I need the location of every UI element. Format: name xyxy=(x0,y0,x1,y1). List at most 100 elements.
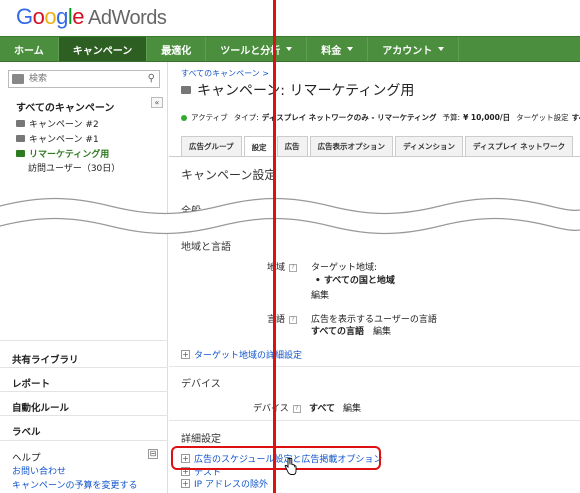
header: Google AdWords xyxy=(0,0,580,36)
campaign-label: リマーケティング用 xyxy=(29,150,110,160)
targeting-value: すべての xyxy=(571,113,580,122)
devices-label: デバイス? xyxy=(253,401,301,414)
logo-letter: g xyxy=(56,4,68,29)
target-region-value: • すべての国と地域 xyxy=(315,276,395,286)
sidebar-automation-rules[interactable]: 自動化ルール xyxy=(12,400,69,414)
campaign-search: ⚲ xyxy=(8,70,160,88)
sidebar-item-remarketing[interactable]: リマーケティング用 xyxy=(16,147,109,160)
logo-letter: e xyxy=(72,4,85,29)
hand-cursor-icon xyxy=(284,458,297,475)
breadcrumb[interactable]: すべてのキャンペーン > xyxy=(181,68,269,79)
help-collapse-toggle[interactable]: ⊟ xyxy=(148,449,158,459)
status-active-icon[interactable] xyxy=(181,114,187,121)
page-title: キャンペーン: リマーケティング用 xyxy=(181,80,414,100)
nav-item-label: ツールと分析 xyxy=(220,45,281,57)
nav-item-label: ホーム xyxy=(14,45,44,57)
budget-value: ¥ 10,000/日 xyxy=(463,113,511,122)
logo-product: AdWords xyxy=(88,7,167,29)
edit-language-link[interactable]: 編集 xyxy=(373,324,391,337)
nav-item-4[interactable]: 料金 xyxy=(307,37,369,61)
annotation-highlight-box xyxy=(171,446,381,470)
location-label: 地域? xyxy=(267,260,298,273)
campaign-label: キャンペーン #1 xyxy=(29,135,99,145)
search-icon[interactable]: ⚲ xyxy=(148,73,155,84)
ip-exclusion-link[interactable]: IP アドレスの除外 xyxy=(194,477,268,490)
sidebar-labels[interactable]: ラベル xyxy=(12,424,41,438)
tab-3[interactable]: 広告表示オプション xyxy=(309,136,394,156)
nav-item-label: 料金 xyxy=(321,45,342,57)
nav-item-3[interactable]: ツールと分析 xyxy=(206,37,308,61)
type-value: ディスプレイ ネットワークのみ - リマーケティング xyxy=(261,113,437,122)
divider xyxy=(0,340,168,341)
nav-item-1[interactable]: キャンペーン xyxy=(58,37,148,61)
folder-icon xyxy=(16,120,25,127)
campaign-status-row: アクティブ タイプ: ディスプレイ ネットワークのみ - リマーケティング 予算… xyxy=(181,112,580,123)
location-label-text: 地域 xyxy=(267,263,286,273)
nav-item-label: 最適化 xyxy=(161,45,192,57)
collapse-sidebar-button[interactable]: « xyxy=(151,97,163,108)
expand-icon: + xyxy=(181,350,190,359)
nav-item-2[interactable]: 最適化 xyxy=(147,37,207,61)
adwords-logo[interactable]: Google AdWords xyxy=(16,4,167,30)
sidebar-shared-library[interactable]: 共有ライブラリ xyxy=(12,352,79,366)
settings-heading: キャンペーン設定 xyxy=(181,168,277,182)
target-region-label: ターゲット地域: xyxy=(311,263,378,273)
folder-icon xyxy=(16,135,25,142)
help-link-contact[interactable]: お問い合わせ xyxy=(12,464,66,477)
expand-icon: + xyxy=(181,479,190,488)
divider xyxy=(0,367,168,368)
main-nav: ホーム キャンペーン 最適化 ツールと分析 料金 アカウント xyxy=(0,36,580,62)
ip-exclusion-expander[interactable]: + IP アドレスの除外 xyxy=(181,477,268,490)
tab-4[interactable]: ディメンション xyxy=(395,136,464,156)
logo-letter: G xyxy=(16,4,33,29)
chevron-down-icon xyxy=(438,47,445,51)
nav-item-5[interactable]: アカウント xyxy=(368,37,460,61)
target-detail-expander[interactable]: + ターゲット地域の詳細設定 xyxy=(181,348,302,361)
chevron-down-icon xyxy=(286,47,293,51)
annotation-red-line xyxy=(273,0,276,493)
tab-2[interactable]: 広告 xyxy=(276,136,308,156)
divider xyxy=(169,420,580,421)
sidebar-item-campaign-2[interactable]: キャンペーン #2 xyxy=(16,117,99,130)
logo-letter: o xyxy=(44,4,57,29)
divider xyxy=(0,391,168,392)
budget-label: 予算: xyxy=(442,113,461,122)
cut-wave-overlay xyxy=(0,197,580,235)
nav-item-0[interactable]: ホーム xyxy=(0,37,59,61)
help-icon[interactable]: ? xyxy=(289,263,298,272)
help-title: ヘルプ xyxy=(12,453,41,464)
nav-item-label: キャンペーン xyxy=(72,45,133,57)
help-link-budget[interactable]: キャンペーンの予算を変更する xyxy=(12,478,138,491)
devices-label-text: デバイス xyxy=(253,404,289,414)
folder-icon xyxy=(181,86,191,94)
tab-5[interactable]: ディスプレイ ネットワーク xyxy=(465,136,574,156)
language-value: すべての言語 xyxy=(311,327,365,337)
status-state[interactable]: アクティブ xyxy=(191,112,228,123)
type-label: タイプ: xyxy=(233,113,259,122)
help-icon[interactable]: ? xyxy=(292,404,301,413)
divider xyxy=(0,415,168,416)
target-region-value-text: すべての国と地域 xyxy=(323,276,395,286)
sidebar-reports[interactable]: レポート xyxy=(12,376,50,390)
folder-icon xyxy=(16,150,25,157)
divider xyxy=(169,366,580,367)
advanced-heading: 詳細設定 xyxy=(181,434,221,445)
campaign-label: キャンペーン #2 xyxy=(29,120,99,130)
sidebar-item-audience[interactable]: 訪問ユーザー（30日） xyxy=(28,161,120,174)
tab-0[interactable]: 広告グループ xyxy=(181,136,242,156)
search-input[interactable] xyxy=(29,72,139,86)
tab-1[interactable]: 設定 xyxy=(243,136,275,157)
chevron-down-icon xyxy=(347,47,354,51)
main-content: すべてのキャンペーン > キャンペーン: リマーケティング用 アクティブ タイプ… xyxy=(169,62,580,493)
edit-location-link[interactable]: 編集 xyxy=(311,288,329,301)
help-icon[interactable]: ? xyxy=(289,315,298,324)
page-title-text: キャンペーン: リマーケティング用 xyxy=(197,83,415,99)
sidebar-item-campaign-1[interactable]: キャンペーン #1 xyxy=(16,132,99,145)
targeting-label: ターゲット設定 xyxy=(516,113,569,122)
all-campaigns-link[interactable]: すべてのキャンペーン xyxy=(16,99,114,114)
target-detail-link[interactable]: ターゲット地域の詳細設定 xyxy=(194,348,302,361)
campaign-tabs: 広告グループ 設定 広告 広告表示オプション ディメンション ディスプレイ ネットワーク xyxy=(181,136,575,157)
edit-devices-link[interactable]: 編集 xyxy=(343,401,361,414)
folder-icon[interactable] xyxy=(12,74,24,84)
divider xyxy=(0,440,168,441)
